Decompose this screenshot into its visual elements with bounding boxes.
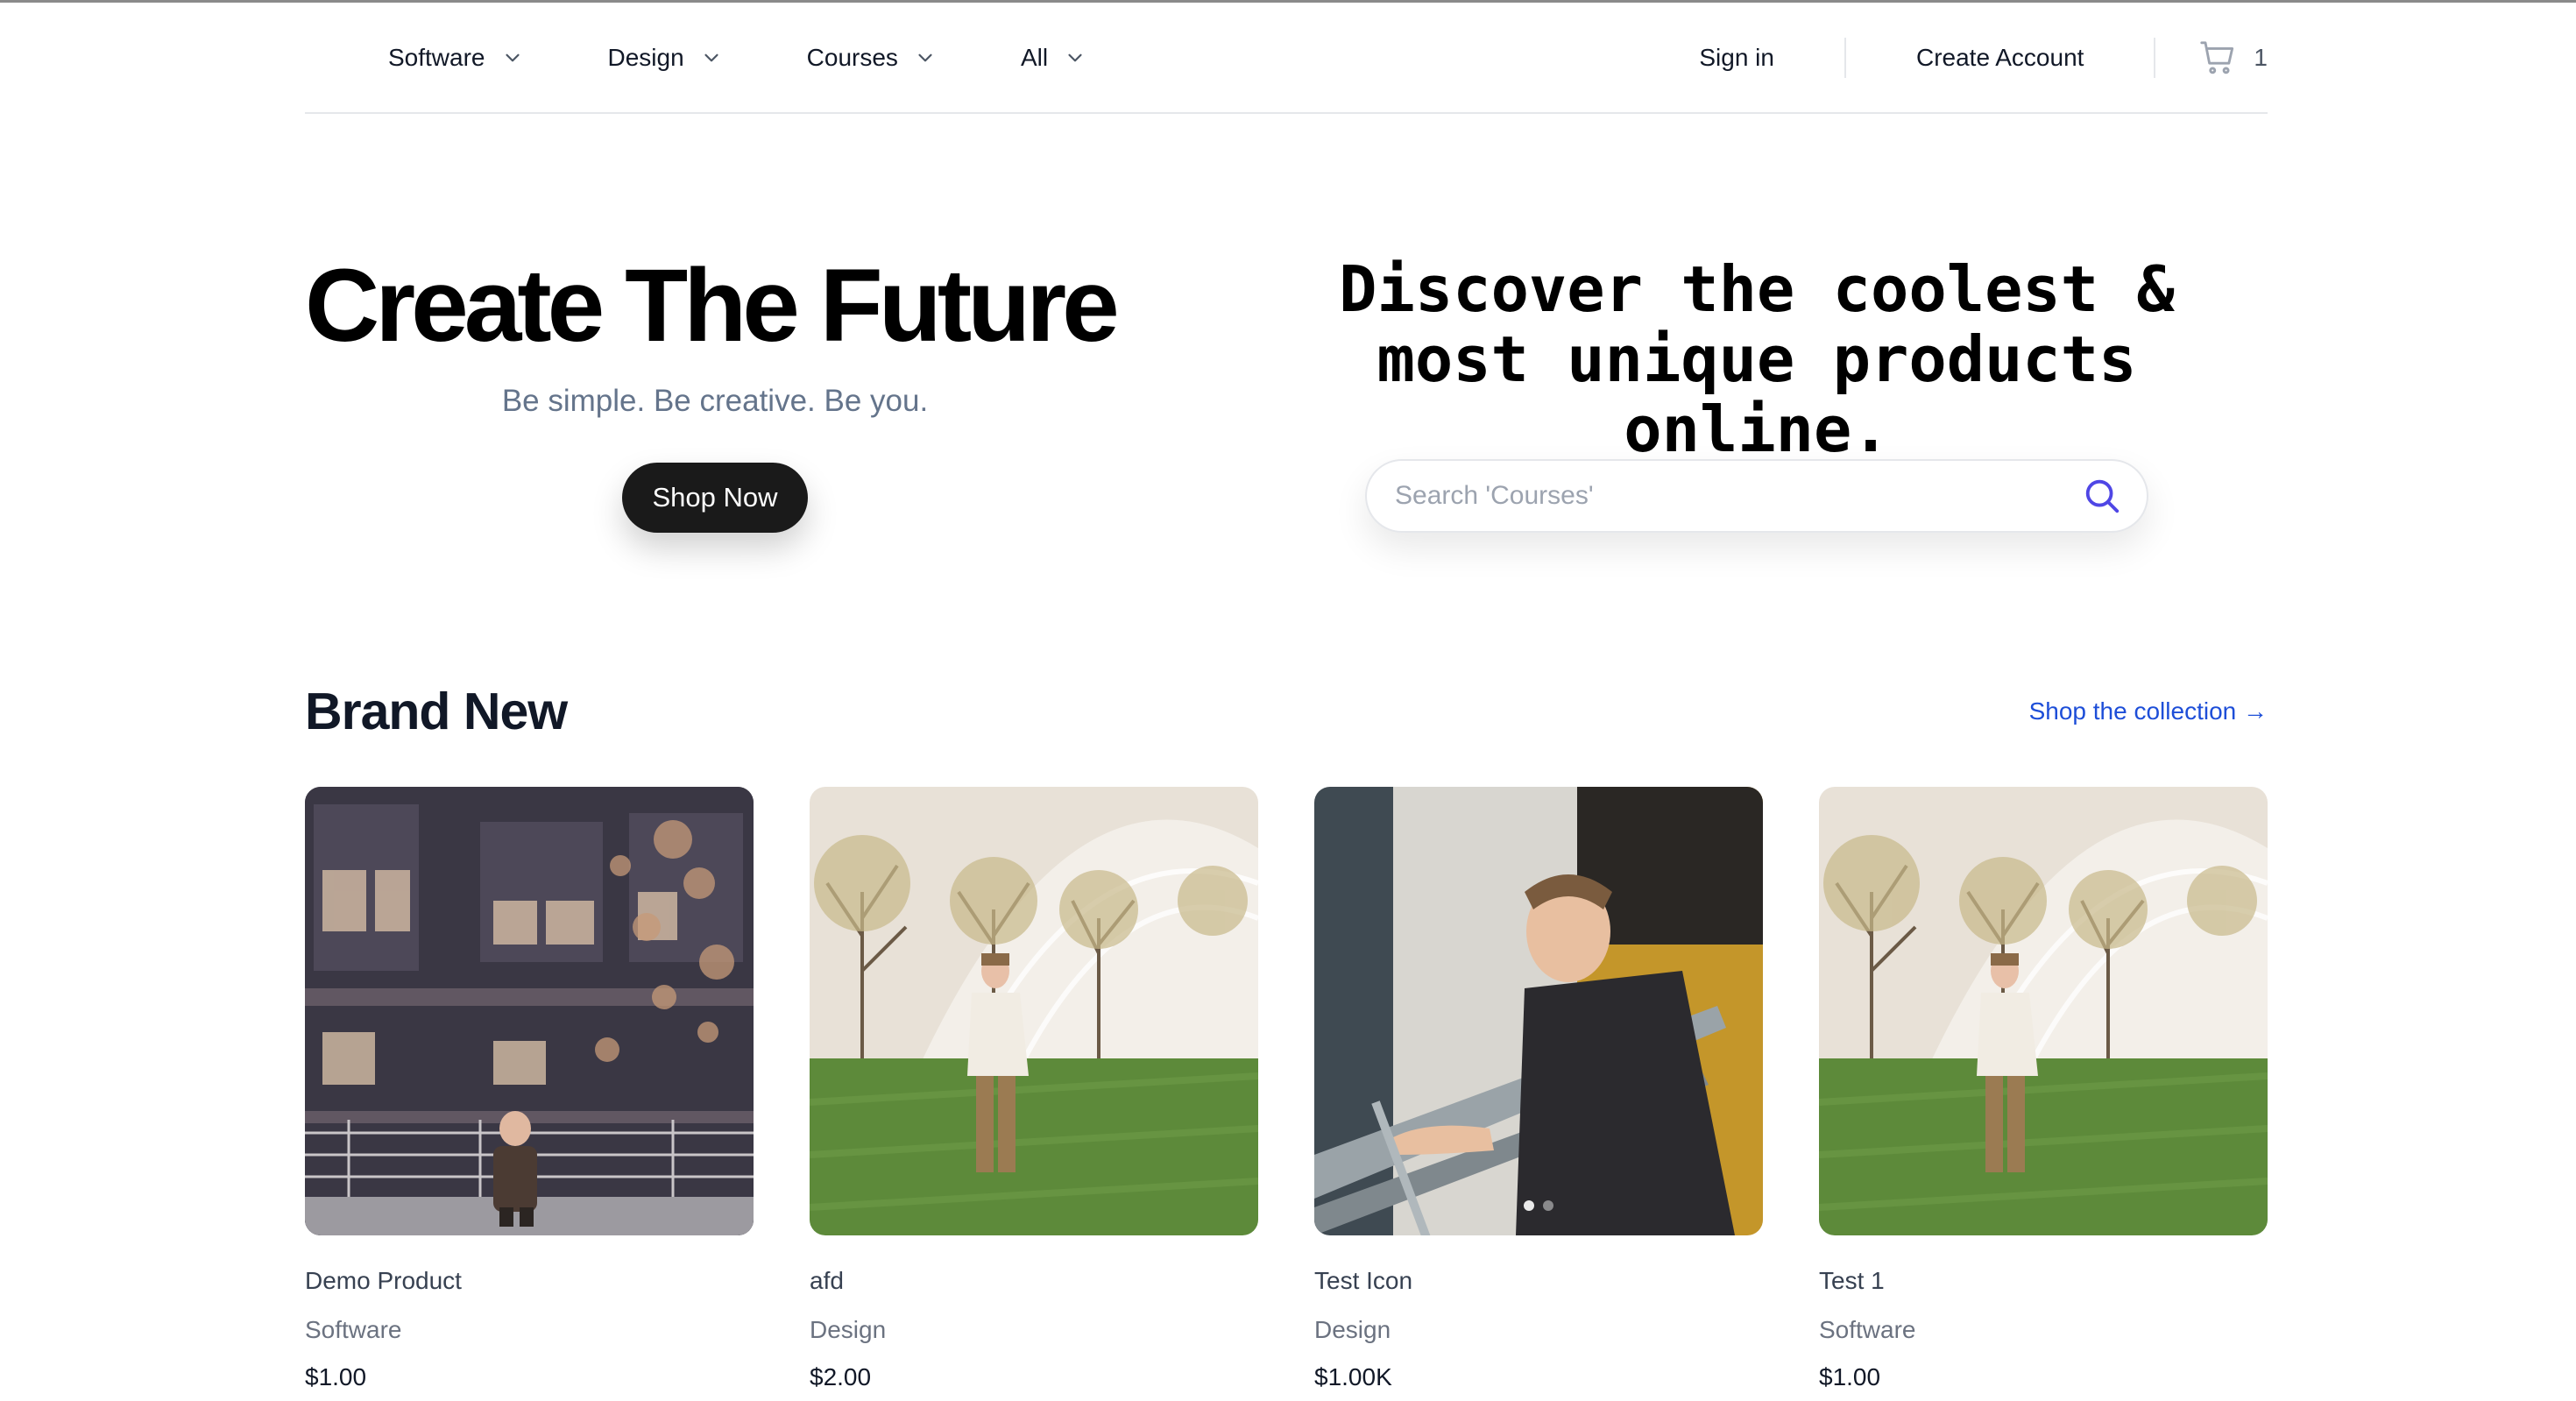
shopping-cart-icon	[2197, 38, 2238, 78]
product-card[interactable]: Demo Product Software $1.00	[305, 787, 754, 1391]
menu-all-label: All	[1021, 44, 1048, 72]
cart-button[interactable]: 1	[2197, 38, 2268, 78]
product-image[interactable]	[1819, 787, 2268, 1235]
carousel-dot[interactable]	[1543, 1200, 1553, 1211]
search-input[interactable]	[1395, 481, 2082, 511]
menu-courses[interactable]: Courses	[807, 44, 937, 72]
product-grid: Demo Product Software $1.00	[305, 787, 2268, 1391]
product-name[interactable]: Test Icon	[1314, 1267, 1763, 1295]
menu-software[interactable]: Software	[388, 44, 524, 72]
search-icon[interactable]	[2082, 476, 2122, 516]
sign-in-link[interactable]: Sign in	[1699, 44, 1774, 72]
shop-now-button[interactable]: Shop Now	[622, 463, 808, 533]
product-image[interactable]	[305, 787, 754, 1235]
nav-divider	[1844, 38, 1846, 78]
search-bar	[1365, 459, 2148, 533]
tagline-line-1: Discover the coolest &	[1231, 254, 2282, 324]
hero-tagline: Discover the coolest & most unique produ…	[1231, 254, 2282, 464]
product-price: $1.00	[305, 1363, 754, 1391]
shop-collection-link[interactable]: Shop the collection →	[2029, 697, 2268, 725]
chevron-down-icon	[501, 46, 524, 69]
chevron-down-icon	[1064, 46, 1086, 69]
chevron-down-icon	[700, 46, 723, 69]
cart-count: 1	[2254, 44, 2268, 72]
create-account-link[interactable]: Create Account	[1916, 44, 2084, 72]
hero-title: Create The Future	[305, 250, 1129, 364]
product-price: $2.00	[810, 1363, 1258, 1391]
window-top-border	[0, 0, 2576, 3]
tagline-line-2: most unique products online.	[1231, 324, 2282, 464]
image-carousel-dots	[1314, 1200, 1763, 1211]
menu-all[interactable]: All	[1021, 44, 1086, 72]
product-image[interactable]	[810, 787, 1258, 1235]
product-name[interactable]: Demo Product	[305, 1267, 754, 1295]
menu-design[interactable]: Design	[608, 44, 723, 72]
section-title: Brand New	[305, 682, 567, 741]
product-name[interactable]: Test 1	[1819, 1267, 2268, 1295]
carousel-dot[interactable]	[1524, 1200, 1534, 1211]
product-card[interactable]: Test 1 Software $1.00	[1819, 787, 2268, 1391]
category-menus: Software Design Courses All	[305, 44, 1086, 72]
menu-design-label: Design	[608, 44, 684, 72]
product-photo	[1819, 787, 2268, 1235]
product-card[interactable]: Test Icon Design $1.00K	[1314, 787, 1763, 1391]
product-price: $1.00	[1819, 1363, 2268, 1391]
product-category: Software	[1819, 1316, 2268, 1344]
account-area: Sign in Create Account 1	[1699, 4, 2268, 112]
chevron-down-icon	[914, 46, 937, 69]
product-photo	[1314, 787, 1763, 1235]
nav-divider	[2154, 38, 2155, 78]
product-category: Design	[1314, 1316, 1763, 1344]
menu-courses-label: Courses	[807, 44, 898, 72]
product-photo	[810, 787, 1258, 1235]
product-photo	[305, 787, 754, 1235]
product-price: $1.00K	[1314, 1363, 1763, 1391]
top-navigation: Software Design Courses All Sign in Crea…	[305, 4, 2268, 114]
menu-software-label: Software	[388, 44, 485, 72]
product-category: Software	[305, 1316, 754, 1344]
product-image[interactable]	[1314, 787, 1763, 1235]
product-name[interactable]: afd	[810, 1267, 1258, 1295]
product-category: Design	[810, 1316, 1258, 1344]
hero-subtitle: Be simple. Be creative. Be you.	[305, 384, 1125, 419]
product-card[interactable]: afd Design $2.00	[810, 787, 1258, 1391]
